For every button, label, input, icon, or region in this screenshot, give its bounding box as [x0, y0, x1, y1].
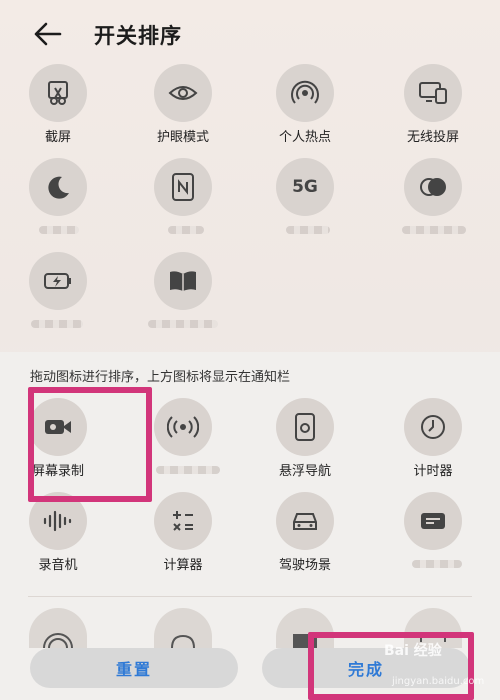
blurred-label	[168, 226, 204, 234]
page-title: 开关排序	[94, 24, 182, 48]
blurred-label	[286, 226, 330, 234]
tile-5g[interactable]: 5G	[250, 158, 360, 256]
floating-nav-icon	[295, 413, 315, 441]
recorder-icon	[43, 510, 72, 532]
tile-icon-bg	[154, 158, 212, 216]
tile-driving-mode[interactable]: 驾驶场景	[250, 492, 360, 590]
nfc-icon	[172, 173, 194, 201]
tile-floating-nav[interactable]: 悬浮导航	[250, 398, 360, 496]
tile-calculator[interactable]: 计算器	[128, 492, 238, 590]
blurred-label	[412, 560, 462, 568]
tile-icon-bg	[404, 158, 462, 216]
tile-icon-bg	[276, 398, 334, 456]
tile-hotspot[interactable]: 个人热点	[250, 64, 360, 162]
blurred-label	[39, 226, 79, 234]
tile-label: 录音机	[38, 558, 78, 573]
timer-icon	[421, 415, 445, 439]
tile-screenshot[interactable]: 截屏	[3, 64, 113, 162]
tile-icon-bg	[154, 492, 212, 550]
tile-wireless-cast[interactable]: 无线投屏	[378, 64, 488, 162]
tile-icon-bg	[154, 252, 212, 310]
book-icon	[170, 271, 196, 291]
tile-icon-bg	[29, 64, 87, 122]
sort-hint: 拖动图标进行排序，上方图标将显示在通知栏	[30, 370, 291, 385]
top-bar: 开关排序	[0, 0, 500, 70]
highlight-frame-screen-record	[28, 387, 152, 502]
watermark: Bai 经验	[384, 643, 442, 659]
battery-icon	[44, 273, 71, 289]
watermark-url: jingyan.baidu.com	[392, 676, 485, 687]
wallet-icon	[421, 513, 445, 529]
tile-label: 无线投屏	[406, 130, 459, 145]
back-arrow-icon[interactable]	[30, 18, 66, 50]
tile-wallet[interactable]	[378, 492, 488, 590]
cast-icon	[419, 82, 447, 104]
hotspot-icon	[291, 80, 319, 104]
screenshot-icon	[48, 81, 68, 105]
tile-icon-bg	[154, 398, 212, 456]
section-divider	[28, 596, 472, 597]
tile-do-not-disturb[interactable]	[3, 158, 113, 256]
tile-reading-mode[interactable]	[128, 252, 238, 350]
tile-nfc[interactable]	[128, 158, 238, 256]
tile-icon-bg	[29, 252, 87, 310]
tile-label: 计算器	[163, 558, 203, 573]
tile-icon-bg	[154, 64, 212, 122]
tile-label: 驾驶场景	[278, 558, 331, 573]
tile-timer[interactable]: 计时器	[378, 398, 488, 496]
tile-label: 截屏	[44, 130, 71, 145]
blurred-label	[402, 226, 466, 234]
broadcast-icon	[167, 416, 199, 438]
tile-label: 护眼模式	[156, 130, 209, 145]
tile-icon-bg	[29, 158, 87, 216]
tile-icon-bg	[404, 398, 462, 456]
tile-label: 计时器	[413, 464, 453, 479]
calculator-icon	[173, 511, 193, 531]
tile-dark-mode[interactable]	[378, 158, 488, 256]
tile-label: 悬浮导航	[278, 464, 331, 479]
tile-label: 个人热点	[278, 130, 331, 145]
tile-icon-bg	[404, 64, 462, 122]
tile-battery-saver[interactable]	[3, 252, 113, 350]
reset-button[interactable]: 重置	[30, 648, 238, 688]
5g-icon: 5G	[292, 177, 318, 197]
blurred-label	[31, 320, 83, 328]
car-icon	[293, 513, 317, 530]
blurred-label	[156, 466, 220, 474]
tile-recorder[interactable]: 录音机	[3, 492, 113, 590]
eye-icon	[168, 86, 198, 100]
moon-icon	[48, 176, 69, 199]
tile-icon-bg	[276, 492, 334, 550]
tile-icon-bg	[276, 64, 334, 122]
dark-mode-icon	[420, 178, 446, 196]
tile-icon-bg	[404, 492, 462, 550]
tile-icon-bg: 5G	[276, 158, 334, 216]
blurred-label	[148, 320, 218, 328]
tile-eye-care[interactable]: 护眼模式	[128, 64, 238, 162]
